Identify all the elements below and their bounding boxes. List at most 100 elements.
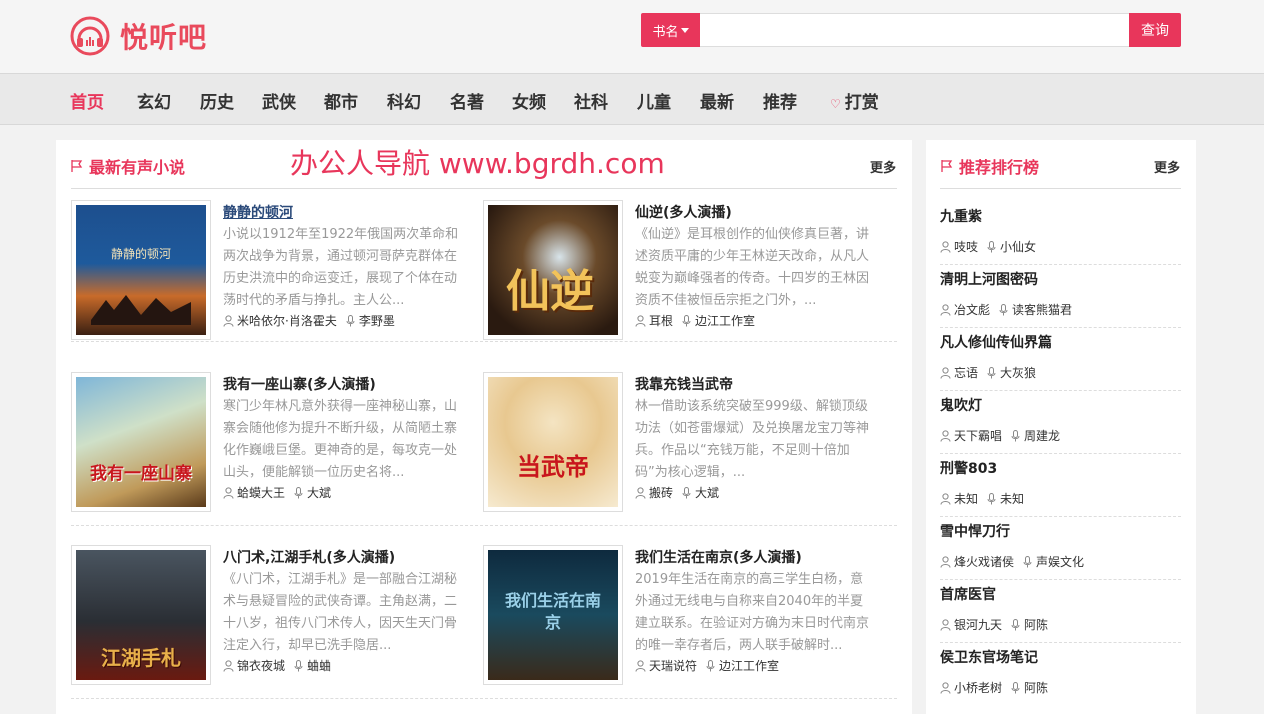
book-title[interactable]: 我有一座山寨(多人演播)	[223, 374, 376, 394]
book-author[interactable]: 米哈依尔·肖洛霍夫	[237, 312, 337, 329]
book-narrator[interactable]: 大斌	[307, 484, 331, 501]
book-title[interactable]: 八门术,江湖手札(多人演播)	[223, 547, 395, 567]
book-description: 小说以1912年至1922年俄国两次革命和两次战争为背景，通过顿河哥萨克群体在历…	[223, 227, 459, 308]
ranking-item-author[interactable]: 冶文彪	[954, 301, 990, 318]
ranking-item-author[interactable]: 忘语	[954, 364, 978, 381]
book-cover[interactable]: 江湖手札	[71, 545, 211, 685]
nav-item-xuanhuan[interactable]: 玄幻	[137, 88, 171, 113]
ranking-item-narrator[interactable]: 大灰狼	[1000, 364, 1036, 381]
nav-item-latest[interactable]: 最新	[700, 88, 734, 113]
ranking-item-title[interactable]: 首席医官	[940, 584, 996, 604]
ranking-item[interactable]: 雪中悍刀行 烽火戏诸侯 声娱文化	[940, 517, 1181, 580]
nav-item-donate[interactable]: ♡ 打赏	[830, 88, 879, 113]
book-title[interactable]: 我靠充钱当武帝	[635, 374, 733, 394]
user-icon	[223, 314, 234, 327]
search-type-dropdown[interactable]: 书名	[641, 13, 700, 47]
book-card[interactable]: 江湖手札 八门术,江湖手札(多人演播) 《八门术，江湖手札》是一部融合江湖秘术与…	[71, 545, 483, 685]
ranking-item-title[interactable]: 刑警803	[940, 458, 997, 478]
microphone-icon	[706, 659, 715, 671]
ranking-more-link[interactable]: 更多	[1154, 157, 1180, 176]
book-narrator[interactable]: 大斌	[695, 484, 719, 501]
search-type-label: 书名	[652, 24, 679, 40]
ranking-item-narrator[interactable]: 声娱文化	[1036, 553, 1084, 570]
book-card[interactable]: 当武帝 我靠充钱当武帝 林一借助该系统突破至999级、解锁顶级功法（如苍雷爆斌）…	[483, 372, 895, 512]
ranking-item-narrator[interactable]: 阿陈	[1024, 679, 1048, 696]
site-logo[interactable]: 悦听吧	[70, 16, 207, 56]
horsemen-illustration	[91, 295, 191, 325]
ranking-item-title[interactable]: 鬼吹灯	[940, 395, 982, 415]
book-meta: 耳根 边江工作室	[635, 312, 755, 329]
ranking-title-text: 推荐排行榜	[959, 158, 1040, 177]
nav-item-classics[interactable]: 名著	[450, 88, 484, 113]
book-title[interactable]: 仙逆(多人演播)	[635, 202, 732, 222]
book-card[interactable]: 我们生活在南京 我们生活在南京(多人演播) 2019年生活在南京的高三学生白杨，…	[483, 545, 895, 685]
nav-item-wuxia[interactable]: 武侠	[262, 88, 296, 113]
nav-item-social[interactable]: 社科	[574, 88, 608, 113]
book-cover[interactable]: 我有一座山寨	[71, 372, 211, 512]
ranking-item-author[interactable]: 银河九天	[954, 616, 1002, 633]
book-author[interactable]: 耳根	[649, 312, 673, 329]
nav-item-home[interactable]: 首页	[70, 88, 104, 113]
user-icon	[940, 681, 951, 694]
site-name: 悦听吧	[120, 21, 208, 54]
ranking-item-title[interactable]: 侯卫东官场笔记	[940, 647, 1038, 667]
user-icon	[635, 659, 646, 672]
ranking-item[interactable]: 刑警803 未知 未知	[940, 454, 1181, 517]
ranking-item-narrator[interactable]: 阿陈	[1024, 616, 1048, 633]
book-card[interactable]: 静静的顿河 静静的顿河 小说以1912年至1922年俄国两次革命和两次战争为背景…	[71, 200, 483, 340]
search-button[interactable]: 查询	[1129, 13, 1181, 47]
book-author[interactable]: 天瑞说符	[649, 657, 697, 674]
nav-item-scifi[interactable]: 科幻	[387, 88, 421, 113]
latest-more-link[interactable]: 更多	[870, 157, 896, 176]
ranking-item-author[interactable]: 小桥老树	[954, 679, 1002, 696]
nav-item-female[interactable]: 女频	[512, 88, 546, 113]
ranking-item-author[interactable]: 吱吱	[954, 238, 978, 255]
book-author[interactable]: 锦衣夜城	[237, 657, 285, 674]
book-cover[interactable]: 当武帝	[483, 372, 623, 512]
ranking-item-meta: 忘语 大灰狼	[940, 364, 1036, 381]
ranking-item-author[interactable]: 烽火戏诸侯	[954, 553, 1014, 570]
ranking-item-narrator[interactable]: 读客熊猫君	[1012, 301, 1072, 318]
book-author[interactable]: 搬砖	[649, 484, 673, 501]
book-narrator[interactable]: 边江工作室	[719, 657, 779, 674]
ranking-item-author[interactable]: 未知	[954, 490, 978, 507]
book-cover[interactable]: 我们生活在南京	[483, 545, 623, 685]
ranking-item[interactable]: 清明上河图密码 冶文彪 读客熊猫君	[940, 265, 1181, 328]
ranking-item-narrator[interactable]: 周建龙	[1024, 427, 1060, 444]
ranking-item-title[interactable]: 雪中悍刀行	[940, 521, 1010, 541]
nav-item-urban[interactable]: 都市	[324, 88, 358, 113]
book-cover[interactable]: 仙逆	[483, 200, 623, 340]
nav-item-children[interactable]: 儿童	[637, 88, 671, 113]
book-author[interactable]: 蛤蟆大王	[237, 484, 285, 501]
ranking-item-meta: 冶文彪 读客熊猫君	[940, 301, 1072, 318]
search-input[interactable]	[700, 13, 1129, 47]
book-card[interactable]: 我有一座山寨 我有一座山寨(多人演播) 寒门少年林凡意外获得一座神秘山寨，山寨会…	[71, 372, 483, 512]
ranking-item[interactable]: 侯卫东官场笔记 小桥老树 阿陈	[940, 643, 1181, 706]
ranking-item[interactable]: 凡人修仙传仙界篇 忘语 大灰狼	[940, 328, 1181, 391]
headphones-logo-icon	[70, 16, 110, 56]
user-icon	[940, 429, 951, 442]
ranking-item-narrator[interactable]: 小仙女	[1000, 238, 1036, 255]
book-cover-image: 江湖手札	[76, 550, 206, 680]
book-narrator[interactable]: 蛐蛐	[307, 657, 331, 674]
nav-donate-label: 打赏	[844, 93, 879, 113]
book-title[interactable]: 我们生活在南京(多人演播)	[635, 547, 802, 567]
nav-item-recommend[interactable]: 推荐	[763, 88, 797, 113]
ranking-item[interactable]: 鬼吹灯 天下霸唱 周建龙	[940, 391, 1181, 454]
ranking-item[interactable]: 九重紫 吱吱 小仙女	[940, 202, 1181, 265]
nav-item-history[interactable]: 历史	[200, 88, 234, 113]
ranking-item-meta: 银河九天 阿陈	[940, 616, 1048, 633]
ranking-item-title[interactable]: 清明上河图密码	[940, 269, 1038, 289]
ranking-item-title[interactable]: 凡人修仙传仙界篇	[940, 332, 1052, 352]
book-cover-image: 静静的顿河	[76, 205, 206, 335]
ranking-item[interactable]: 首席医官 银河九天 阿陈	[940, 580, 1181, 643]
ranking-item-title[interactable]: 九重紫	[940, 206, 982, 226]
main-nav: 首页 玄幻 历史 武侠 都市 科幻 名著 女频 社科 儿童 最新 推荐 ♡ 打赏	[0, 73, 1264, 125]
book-narrator[interactable]: 边江工作室	[695, 312, 755, 329]
book-narrator[interactable]: 李野墨	[359, 312, 395, 329]
ranking-item-narrator[interactable]: 未知	[1000, 490, 1024, 507]
book-cover[interactable]: 静静的顿河	[71, 200, 211, 340]
ranking-item-author[interactable]: 天下霸唱	[954, 427, 1002, 444]
book-title[interactable]: 静静的顿河	[223, 202, 293, 222]
book-card[interactable]: 仙逆 仙逆(多人演播) 《仙逆》是耳根创作的仙侠修真巨著，讲述资质平庸的少年王林…	[483, 200, 895, 340]
